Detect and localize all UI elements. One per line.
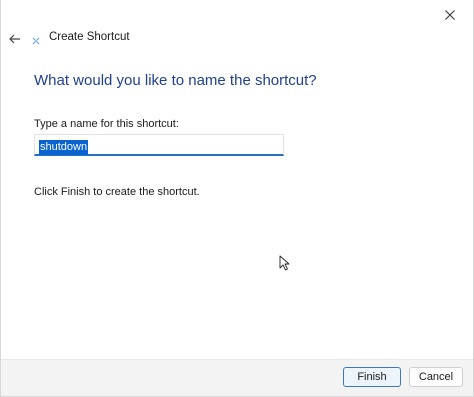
back-arrow-icon bbox=[9, 34, 20, 44]
shortcut-wizard-icon bbox=[32, 37, 40, 45]
finish-instruction: Click Finish to create the shortcut. bbox=[34, 186, 200, 198]
mouse-pointer-icon bbox=[279, 255, 290, 271]
name-field-label: Type a name for this shortcut: bbox=[34, 118, 179, 130]
cancel-button[interactable]: Cancel bbox=[409, 367, 463, 387]
close-icon bbox=[445, 10, 455, 20]
dialog-footer: Finish Cancel bbox=[1, 359, 473, 396]
back-button[interactable] bbox=[5, 29, 25, 49]
wizard-title: Create Shortcut bbox=[49, 31, 130, 43]
finish-button[interactable]: Finish bbox=[343, 367, 401, 387]
shortcut-name-input[interactable]: shutdown bbox=[34, 134, 284, 156]
create-shortcut-dialog: Create Shortcut What would you like to n… bbox=[0, 0, 474, 397]
page-heading: What would you like to name the shortcut… bbox=[34, 72, 317, 89]
close-button[interactable] bbox=[427, 0, 473, 30]
shortcut-name-value: shutdown bbox=[39, 140, 89, 155]
